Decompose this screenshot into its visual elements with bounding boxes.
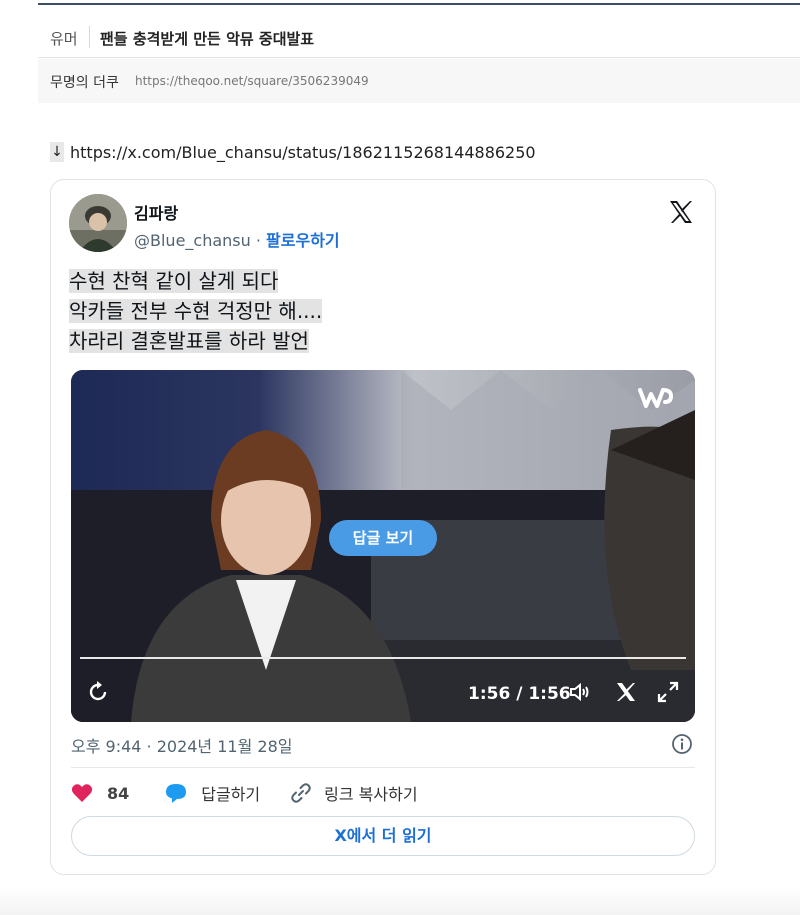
tweet-handle[interactable]: @Blue_chansu xyxy=(134,231,251,250)
replay-icon[interactable] xyxy=(87,680,109,710)
video-time: 1:56 / 1:56 xyxy=(468,684,571,704)
reply-button[interactable]: 답글하기 xyxy=(165,781,260,805)
post-meta-bar: 무명의 더쿠 https://theqoo.net/square/3506239… xyxy=(38,59,800,103)
like-button[interactable]: 84 xyxy=(71,783,129,803)
divider xyxy=(71,767,695,768)
reply-label: 답글하기 xyxy=(201,785,261,804)
separator-dot: · xyxy=(255,231,261,250)
tweet-line-2: 악카들 전부 수현 걱정만 해.... xyxy=(69,299,323,323)
post-title: 팬들 충격받게 만든 악뮤 중대발표 xyxy=(100,30,315,48)
x-video-icon[interactable] xyxy=(614,680,638,710)
tweet-text: 수현 찬혁 같이 살게 되다 악카들 전부 수현 걱정만 해.... 차라리 결… xyxy=(69,266,323,356)
tweet-handle-line: @Blue_chansu · 팔로우하기 xyxy=(134,227,340,251)
tweet-display-name[interactable]: 김파랑 xyxy=(134,200,178,224)
x-logo-icon[interactable] xyxy=(667,198,695,226)
embedded-tweet: 김파랑 @Blue_chansu · 팔로우하기 수현 찬혁 같이 살게 되다 … xyxy=(50,179,716,875)
avatar[interactable] xyxy=(69,194,127,252)
info-icon[interactable] xyxy=(671,733,693,755)
tweet-actions: 84 답글하기 링크 복사하기 xyxy=(71,780,418,806)
post-author: 무명의 더쿠 xyxy=(50,75,119,91)
down-arrow-icon: ↓ xyxy=(50,142,64,162)
video-progress-bar[interactable] xyxy=(80,657,686,659)
follow-button[interactable]: 팔로우하기 xyxy=(266,231,340,250)
weverse-icon xyxy=(637,384,677,412)
post-title-bar: 유머 팬들 충격받게 만든 악뮤 중대발표 xyxy=(38,18,800,58)
like-count: 84 xyxy=(107,783,130,803)
reply-bubble-icon xyxy=(166,784,187,803)
top-border xyxy=(38,3,800,5)
title-divider xyxy=(89,26,90,48)
heart-icon xyxy=(71,784,93,802)
post-permalink[interactable]: https://theqoo.net/square/3506239049 xyxy=(135,74,369,88)
view-replies-button[interactable]: 답글 보기 xyxy=(329,520,437,556)
copy-link-label: 링크 복사하기 xyxy=(324,785,418,804)
read-more-on-x-button[interactable]: X에서 더 읽기 xyxy=(71,816,695,856)
copy-link-button[interactable]: 링크 복사하기 xyxy=(290,781,418,805)
source-line: ↓ https://x.com/Blue_chansu/status/18621… xyxy=(50,142,536,162)
tweet-line-1: 수현 찬혁 같이 살게 되다 xyxy=(69,269,279,293)
link-icon xyxy=(291,783,311,803)
video-player[interactable]: 답글 보기 1:56 / 1:56 xyxy=(71,370,695,722)
source-url[interactable]: https://x.com/Blue_chansu/status/1862115… xyxy=(70,143,536,162)
volume-icon[interactable] xyxy=(568,680,592,710)
post-category[interactable]: 유머 xyxy=(50,28,78,49)
page-bottom-edge xyxy=(0,887,800,915)
tweet-timestamp[interactable]: 오후 9:44 · 2024년 11월 28일 xyxy=(71,733,292,757)
fullscreen-icon[interactable] xyxy=(656,680,680,710)
tweet-line-3: 차라리 결혼발표를 하라 발언 xyxy=(69,329,309,353)
